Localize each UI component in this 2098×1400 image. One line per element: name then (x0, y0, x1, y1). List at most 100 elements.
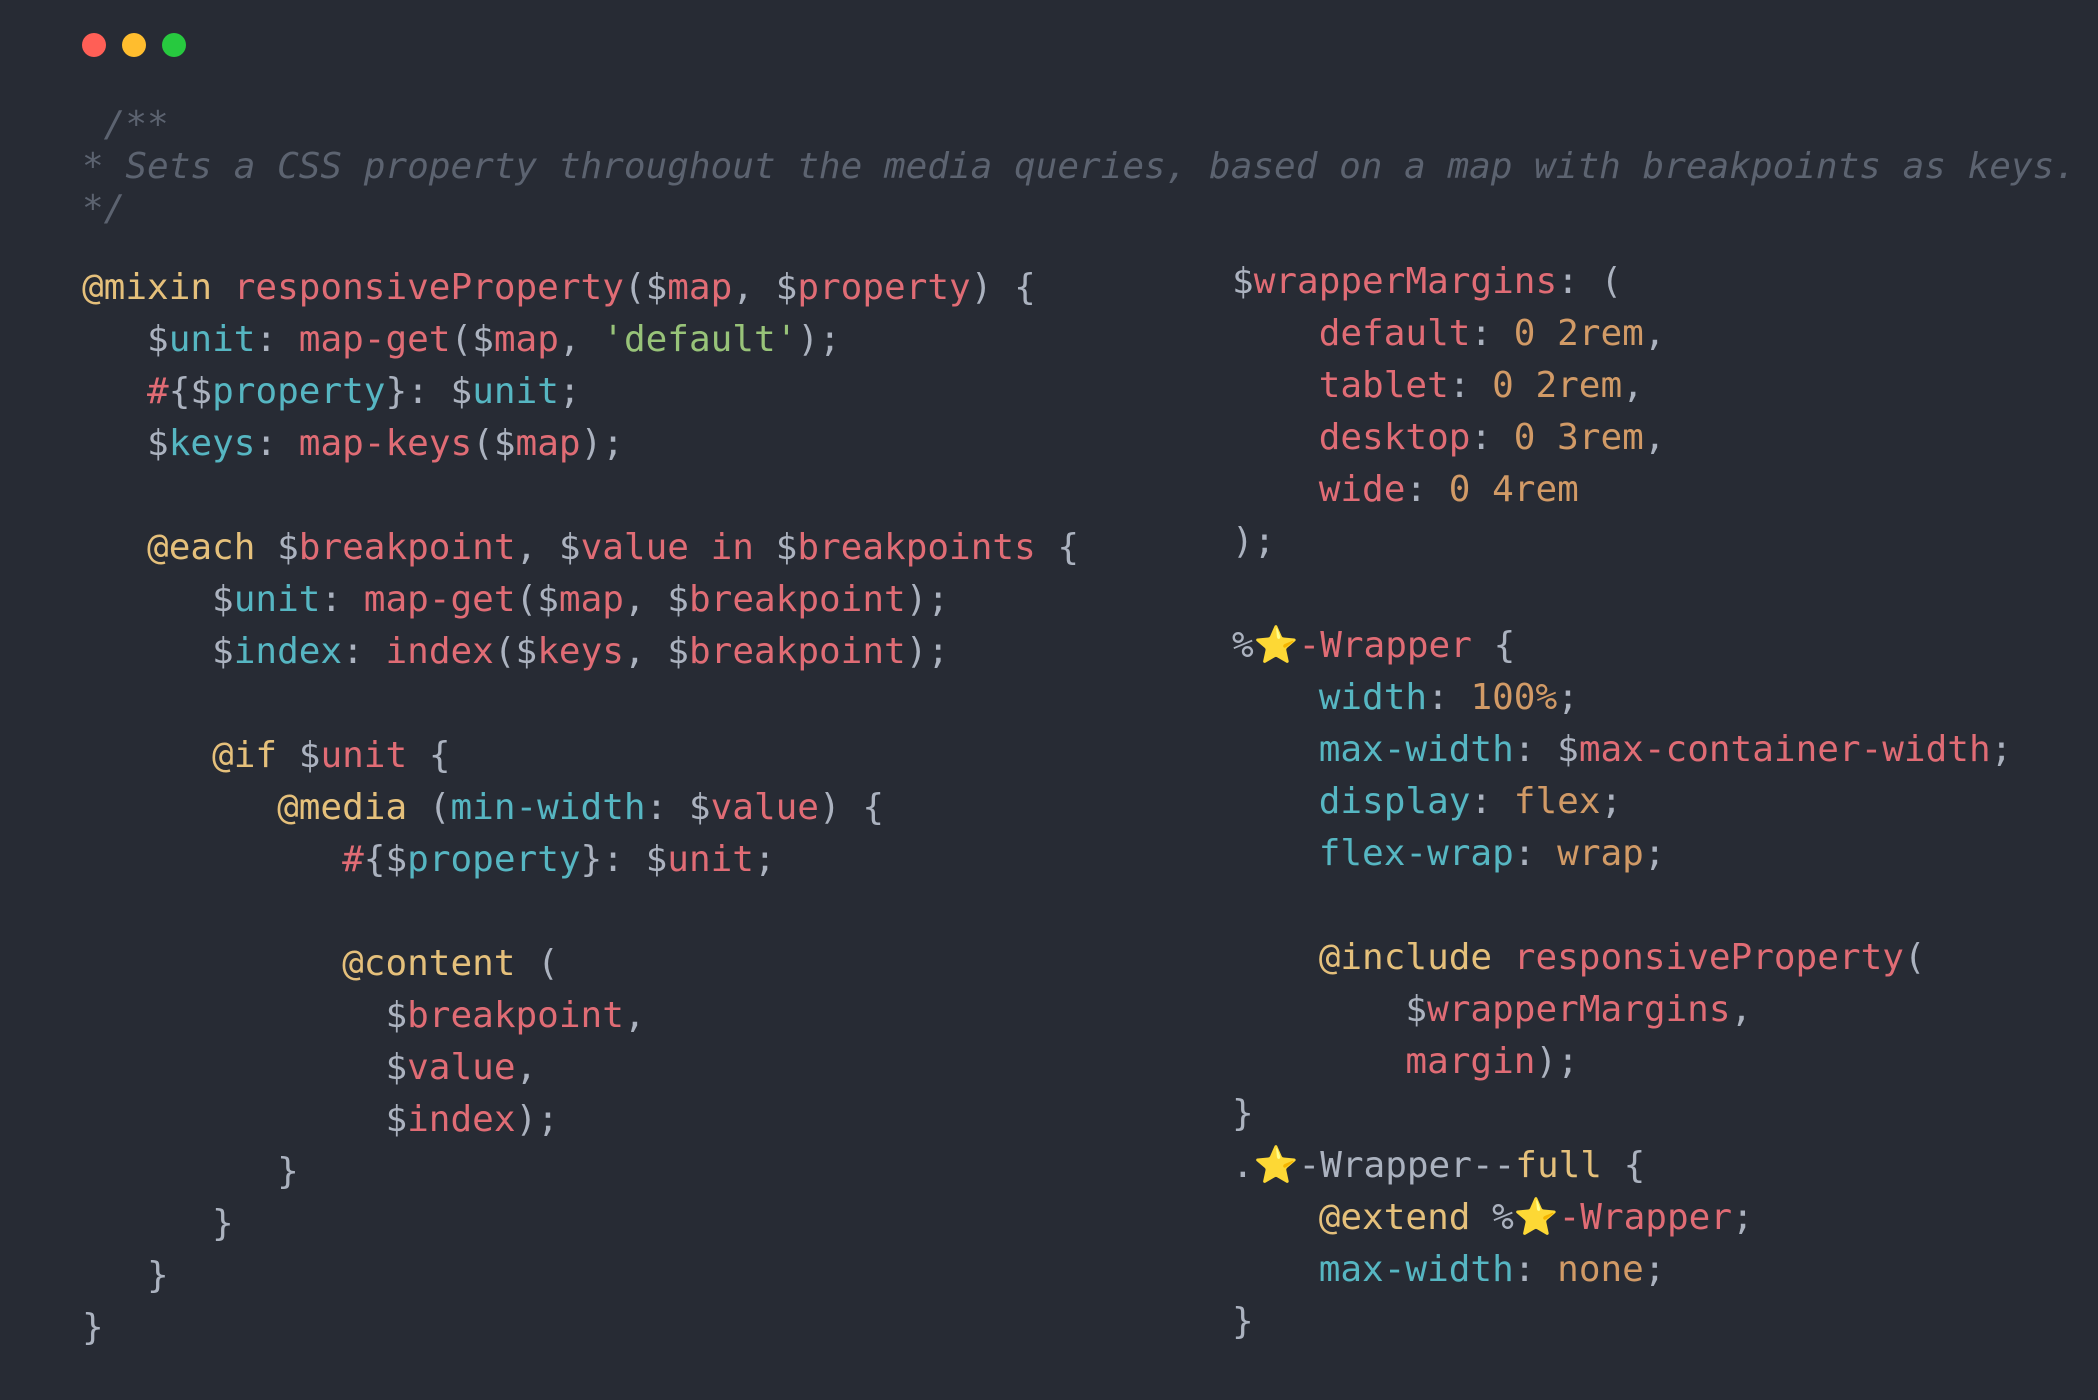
punctuation: ); (797, 319, 841, 360)
window-controls (82, 33, 186, 57)
punctuation: : (320, 579, 364, 620)
punctuation: , (623, 579, 668, 620)
dollar: $ (775, 267, 798, 308)
code-window: /** * Sets a CSS property throughout the … (0, 0, 2098, 1400)
variable: unit (233, 579, 321, 620)
property: width (1318, 677, 1428, 718)
closing-brace: } (82, 1255, 169, 1296)
punctuation: : (407, 371, 451, 412)
dollar: $ (667, 579, 689, 620)
maximize-button[interactable] (162, 33, 186, 57)
minimize-button[interactable] (122, 33, 146, 57)
punctuation: { (1471, 625, 1516, 666)
punctuation: : (1513, 729, 1558, 770)
code-line: wide: 0 4rem (1232, 464, 2012, 516)
placeholder-percent: % (1232, 625, 1254, 666)
punctuation: , (515, 1047, 538, 1088)
selector-name: -Wrapper (1298, 625, 1472, 666)
code-line: $keys: map-keys($map); (82, 418, 1079, 470)
variable: map (667, 267, 733, 308)
code-line: @include responsiveProperty( (1232, 932, 2012, 984)
code-line: $unit: map-get($map, $breakpoint); (82, 574, 1079, 626)
property-value: wrap (1557, 833, 1644, 874)
code-line: @if $unit { (82, 730, 1079, 782)
dollar: $ (385, 839, 408, 880)
function-name: map-get (298, 319, 451, 360)
dollar: $ (190, 371, 213, 412)
variable: index (407, 1099, 516, 1140)
keyword: @content (342, 943, 516, 984)
code-line: flex-wrap: wrap; (1232, 828, 2012, 880)
property-value: flex (1513, 781, 1601, 822)
punctuation: ( (1903, 937, 1926, 978)
map-value: 0 2rem (1492, 365, 1623, 406)
variable: unit (472, 371, 559, 412)
dollar: $ (212, 631, 234, 672)
dollar: $ (515, 631, 538, 672)
closing-paren: ); (1232, 521, 1276, 562)
dollar: $ (277, 735, 321, 776)
punctuation: ); (580, 423, 624, 464)
variable: breakpoints (797, 527, 1036, 568)
code-line: $index: index($keys, $breakpoint); (82, 626, 1079, 678)
punctuation: { (407, 735, 451, 776)
punctuation: ) { (818, 787, 885, 828)
code-line: $value, (82, 1042, 1079, 1094)
punctuation: : (1470, 313, 1514, 354)
variable: property (407, 839, 581, 880)
string: 'default' (602, 319, 798, 360)
code-line: display: flex; (1232, 776, 2012, 828)
code-line: desktop: 0 3rem, (1232, 412, 2012, 464)
property: max-width (1318, 729, 1514, 770)
code-line: $unit: map-get($map, 'default'); (82, 314, 1079, 366)
selector-modifier: full (1515, 1145, 1602, 1186)
dollar: $ (537, 579, 559, 620)
variable: map (558, 579, 624, 620)
punctuation: , (1643, 417, 1666, 458)
argument: margin (1405, 1041, 1536, 1082)
punctuation: ( (407, 787, 451, 828)
dollar: $ (775, 527, 798, 568)
closing-brace: } (1232, 1093, 1254, 1134)
map-value: 0 4rem (1448, 469, 1579, 510)
punctuation: ; (1643, 833, 1666, 874)
class-dot: . (1232, 1145, 1254, 1186)
punctuation: : (1513, 833, 1558, 874)
dollar: $ (645, 267, 668, 308)
variable: keys (168, 423, 256, 464)
code-line: $breakpoint, (82, 990, 1079, 1042)
placeholder-percent: % (1470, 1197, 1514, 1238)
close-button[interactable] (82, 33, 106, 57)
wrapper-code-block: $wrapperMargins: ( default: 0 2rem, tabl… (1232, 256, 2012, 1348)
variable: wrapperMargins (1427, 989, 1731, 1030)
dollar: $ (147, 319, 169, 360)
punctuation: : (602, 839, 646, 880)
star-icon: ⭐ (1513, 1197, 1559, 1238)
property: flex-wrap (1318, 833, 1514, 874)
variable: value (407, 1047, 516, 1088)
punctuation: , (558, 319, 603, 360)
punctuation: ( (450, 319, 473, 360)
selector-name: -Wrapper (1558, 1197, 1732, 1238)
punctuation: : (1513, 1249, 1558, 1290)
punctuation: } (385, 371, 408, 412)
punctuation: , (1643, 313, 1666, 354)
variable: unit (168, 319, 256, 360)
code-line: $wrapperMargins, (1232, 984, 2012, 1036)
property-value: 100% (1470, 677, 1558, 718)
punctuation: ; (1600, 781, 1623, 822)
